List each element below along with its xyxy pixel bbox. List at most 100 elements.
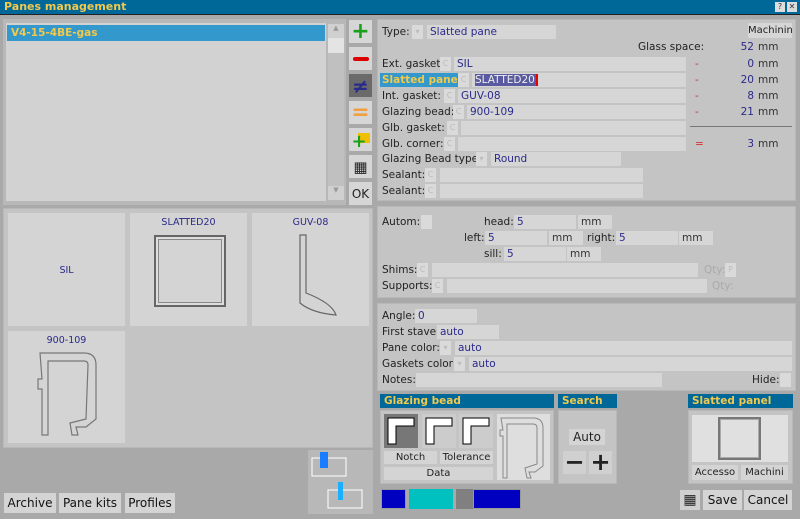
minus-button[interactable]: − [563, 450, 586, 474]
sum-divider [690, 126, 792, 127]
pane-color-dropdown-arrow[interactable]: ▾ [440, 341, 451, 355]
row-c-button[interactable]: C [440, 57, 451, 71]
plus-button[interactable]: + [589, 450, 612, 474]
type-select[interactable]: Slatted pane [427, 25, 556, 39]
scroll-down-icon[interactable]: ▼ [328, 186, 344, 200]
table-button[interactable]: ▦ [349, 155, 372, 178]
table-icon: ▦ [353, 157, 368, 176]
sealant-field[interactable] [440, 168, 643, 182]
thumbnail-glazing-bead[interactable]: 900-109 [8, 331, 125, 443]
row-value-field[interactable]: SIL [454, 57, 686, 71]
first-stave-input[interactable]: auto [437, 325, 499, 339]
sealant-field-2[interactable] [440, 184, 643, 198]
autom-checkbox[interactable] [421, 215, 432, 229]
row-c-button[interactable]: C [444, 89, 455, 103]
row-mm-value: 0 [747, 58, 754, 70]
sill-input[interactable]: 5 [504, 247, 566, 261]
shims-field[interactable] [432, 263, 698, 277]
pane-color-select[interactable]: auto [455, 341, 792, 355]
section-preview[interactable] [308, 450, 373, 514]
sealant-c-button[interactable]: C [425, 168, 436, 182]
corner-type-3-button[interactable] [459, 414, 493, 448]
bead-type-dropdown-arrow[interactable]: ▾ [476, 152, 487, 166]
thumbnail-caption: SIL [59, 265, 74, 276]
color-swatch-3[interactable] [456, 489, 473, 509]
row-c-button[interactable]: C [453, 105, 464, 119]
add-folder-button[interactable]: + [349, 128, 372, 151]
right-input[interactable]: 5 [616, 231, 678, 245]
row-c-button[interactable]: C [447, 121, 458, 135]
corner-miter-icon [462, 417, 490, 445]
pane-list[interactable]: V4-15-4BE-gas [6, 23, 326, 201]
cancel-button[interactable]: Cancel [744, 490, 792, 510]
row-c-button[interactable]: C [458, 73, 469, 87]
thumbnail-int-gasket[interactable]: GUV-08 [252, 213, 369, 326]
compare-button[interactable]: ≠ [349, 73, 372, 98]
tab-archive[interactable]: Archive [4, 493, 56, 513]
table-view-button[interactable]: ▦ [680, 490, 700, 510]
row-value-field[interactable]: SLATTED20 [472, 73, 686, 87]
hide-checkbox[interactable] [780, 373, 791, 387]
add-button[interactable]: + [349, 20, 372, 43]
angle-label: Angle: [382, 310, 416, 322]
row-label: Slatted panel: [380, 73, 468, 87]
gasket-drawing [299, 234, 337, 316]
bead-type-select[interactable]: Round [491, 152, 621, 166]
notes-input[interactable] [416, 373, 662, 387]
sill-label: sill: [484, 248, 502, 260]
not-equal-icon: ≠ [352, 73, 369, 98]
save-button[interactable]: Save [703, 490, 742, 510]
row-value-field[interactable]: GUV-08 [458, 89, 686, 103]
type-dropdown-arrow[interactable]: ▾ [412, 25, 423, 39]
machini-button[interactable]: Machini [741, 465, 788, 480]
row-c-button[interactable]: C [444, 137, 455, 151]
row-value-field[interactable]: 900-109 [467, 105, 686, 119]
color-swatch-4[interactable] [473, 489, 521, 509]
type-label: Type: [382, 26, 410, 38]
delete-button[interactable] [349, 47, 372, 70]
shims-qty-label: Qty: [704, 264, 726, 276]
duplicate-button[interactable]: = [349, 100, 372, 125]
corner-type-1-button[interactable] [384, 414, 418, 448]
pane-color-label: Pane color: [382, 342, 440, 354]
shims-qty-p-button[interactable]: P [725, 263, 736, 277]
tab-pane-kits[interactable]: Pane kits [59, 493, 121, 513]
row-value-field[interactable] [461, 121, 686, 135]
row-operator: - [695, 58, 699, 70]
glazing-bead-profile-preview [497, 414, 550, 480]
help-button[interactable]: ? [775, 2, 785, 12]
row-value: SIL [457, 58, 473, 70]
scrollbar[interactable]: ▲ ▼ [328, 24, 344, 200]
head-input[interactable]: 5 [514, 215, 576, 229]
scroll-up-icon[interactable]: ▲ [328, 24, 344, 38]
tab-profiles[interactable]: Profiles [125, 493, 175, 513]
auto-button[interactable]: Auto [569, 429, 605, 445]
notch-button[interactable]: Notch [384, 451, 437, 464]
close-button[interactable]: ✕ [787, 2, 797, 12]
supports-field[interactable] [447, 279, 707, 293]
thumbnail-ext-gasket[interactable]: SIL [8, 213, 125, 326]
minus-icon [352, 56, 369, 61]
row-value-field[interactable] [458, 137, 686, 151]
data-button[interactable]: Data [384, 467, 493, 480]
gaskets-color-dropdown-arrow[interactable]: ▾ [454, 357, 465, 371]
corner-type-2-button[interactable] [422, 414, 456, 448]
unit-label: mm [758, 138, 779, 150]
accesso-button[interactable]: Accesso [692, 465, 738, 480]
shims-c-button[interactable]: C [417, 263, 428, 277]
ok-button[interactable]: OK [349, 182, 372, 205]
gaskets-color-select[interactable]: auto [469, 357, 792, 371]
row-operator: - [695, 90, 699, 102]
list-item[interactable]: V4-15-4BE-gas [7, 25, 325, 41]
color-swatch-2[interactable] [409, 489, 453, 509]
unit-label: mm [567, 247, 601, 261]
thumbnail-slatted-panel[interactable]: SLATTED20 [130, 213, 247, 326]
sealant-c-button-2[interactable]: C [425, 184, 436, 198]
supports-c-button[interactable]: C [432, 279, 443, 293]
machining-button[interactable]: Machinin [748, 23, 793, 38]
angle-input[interactable]: 0 [415, 309, 477, 323]
color-swatch-1[interactable] [381, 489, 406, 509]
tolerance-button[interactable]: Tolerance [440, 451, 493, 464]
left-input[interactable]: 5 [485, 231, 547, 245]
scroll-thumb[interactable] [328, 38, 344, 53]
